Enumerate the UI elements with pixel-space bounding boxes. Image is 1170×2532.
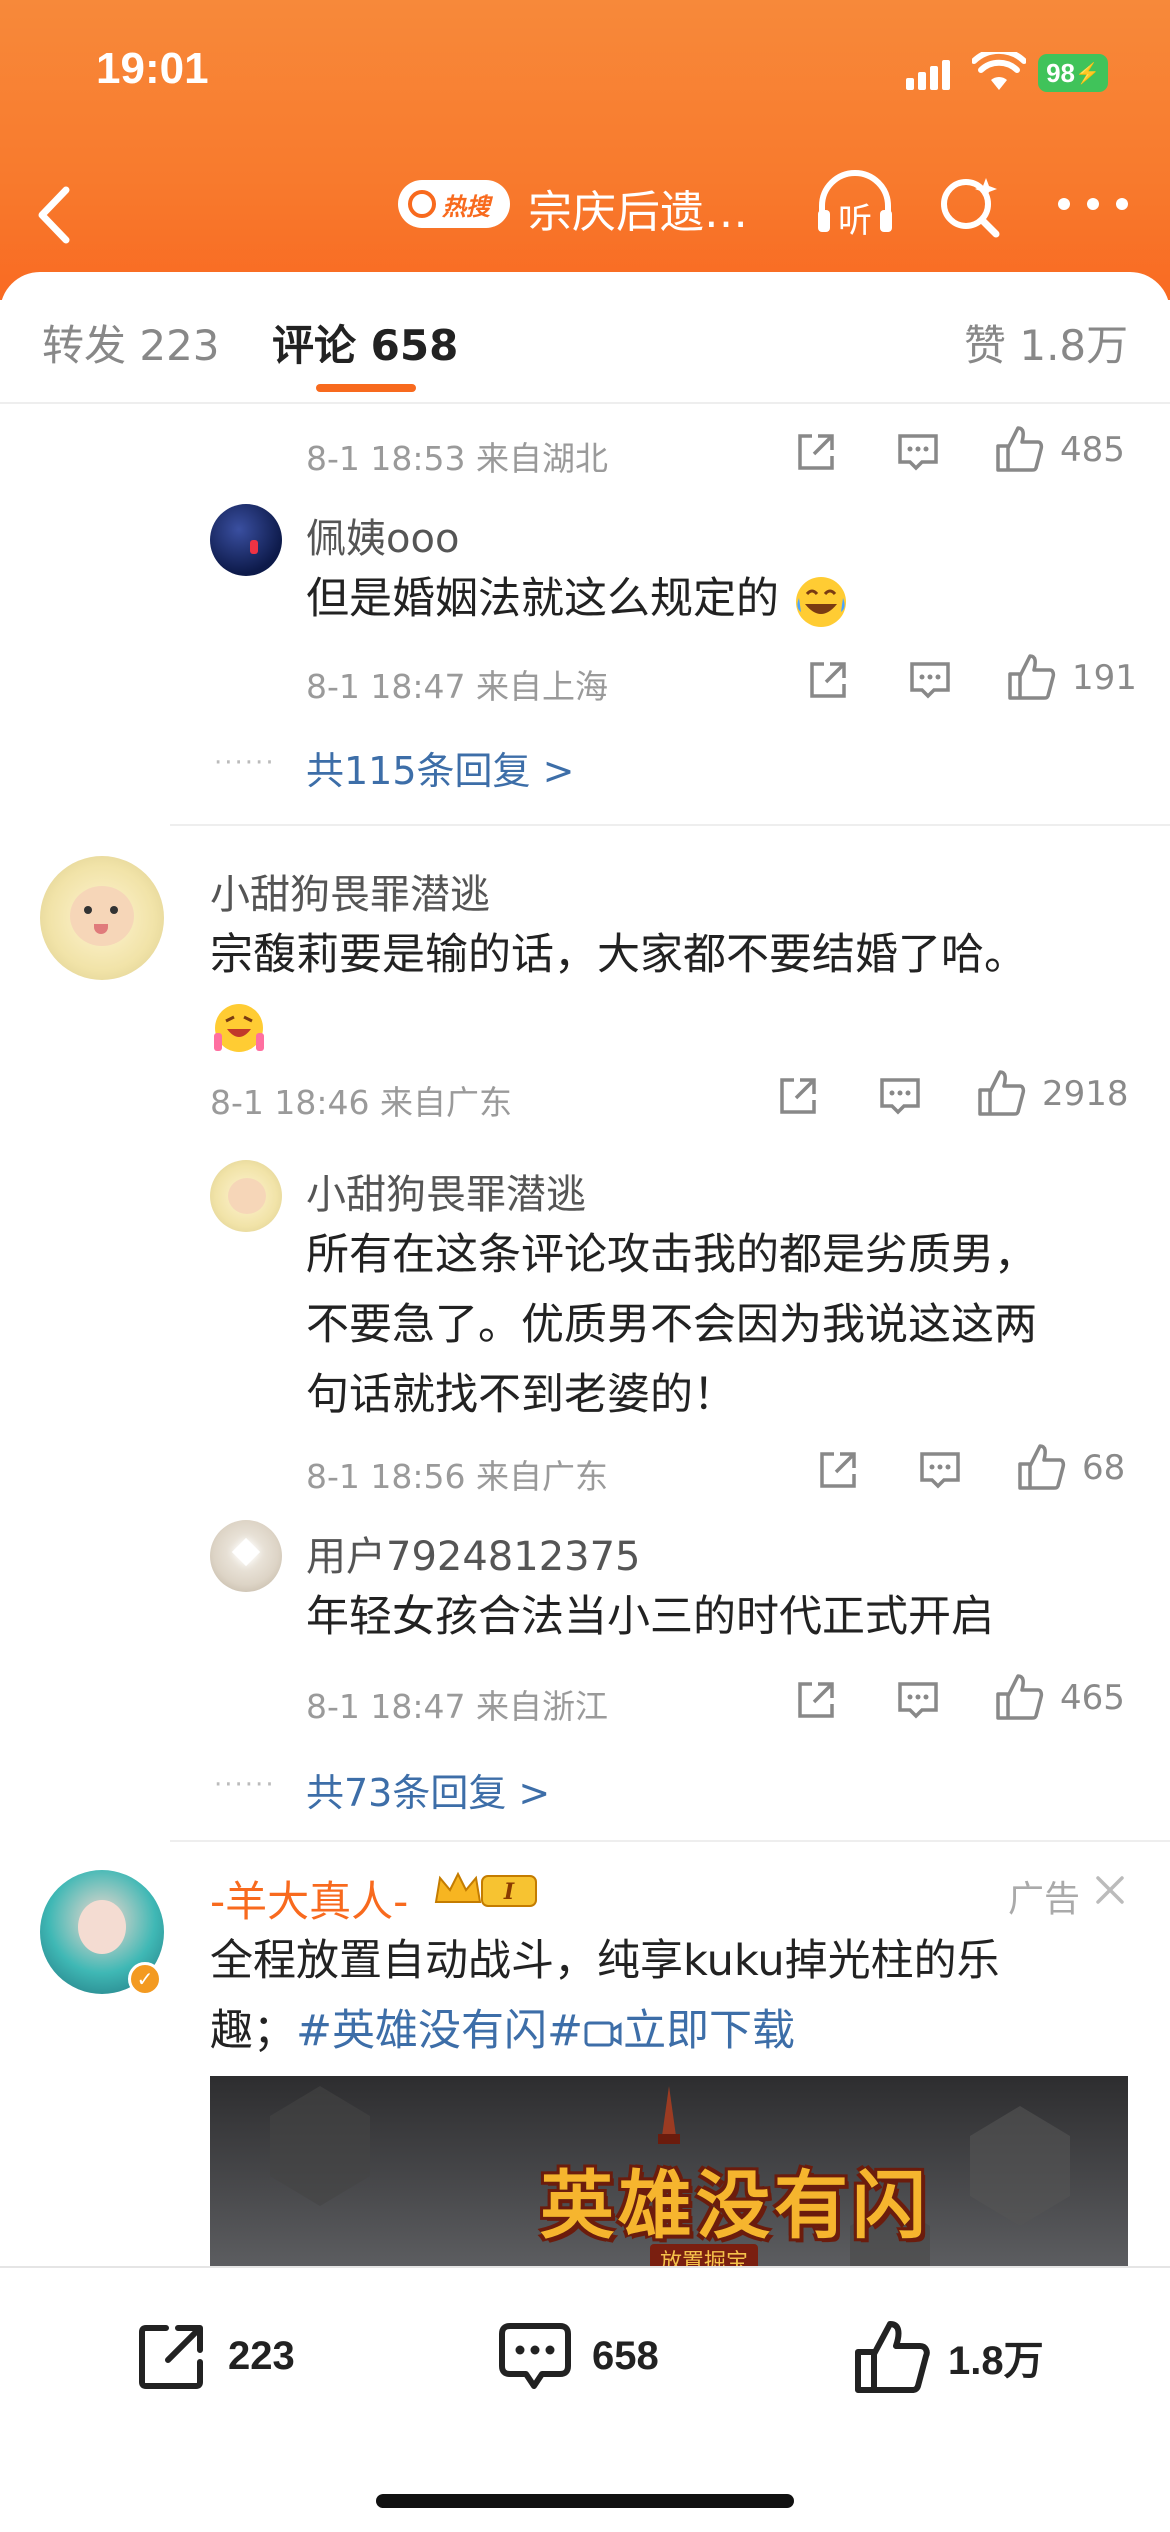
bottom-comment-count: 658 <box>592 2333 659 2378</box>
tab-like[interactable]: 赞 1.8万 <box>964 312 1128 373</box>
comment-text-line: 不要急了。优质男不会因为我说这这两 <box>306 1300 1037 1350</box>
vip-badge: I <box>432 1868 542 1912</box>
battery-level: 98 <box>1046 57 1075 88</box>
ad-banner-image[interactable]: 英雄没有闪 放置掘宝 <box>210 2076 1128 2266</box>
comment-text-line: 句话就找不到老婆的！ <box>306 1370 736 1420</box>
video-link-icon <box>584 2021 622 2046</box>
comment-meta: 8-1 18:47 来自浙江 <box>306 1687 608 1726</box>
divider <box>170 1840 1170 1842</box>
tab-repost[interactable]: 转发 223 <box>42 312 220 373</box>
like-count: 68 <box>1082 1448 1126 1488</box>
more-replies-link[interactable]: 共73条回复 > <box>306 1762 550 1817</box>
vip-level: I <box>503 1879 515 1905</box>
battery-indicator: 98 ⚡ <box>1038 54 1108 92</box>
comment-text-body: 但是婚姻法就这么规定的 <box>306 574 779 624</box>
comment-text-body: 宗馥莉要是输的话，大家都不要结婚了哈。 <box>210 930 1027 980</box>
search-icon[interactable] <box>936 172 1004 240</box>
comment-icon <box>499 2323 571 2389</box>
bottom-like-count: 1.8万 <box>948 2339 1044 2383</box>
tab-bar: 转发 223 评论 658 赞 1.8万 <box>0 272 1170 404</box>
verified-badge-icon: ✓ <box>128 1962 162 1996</box>
share-icon[interactable] <box>776 1074 820 1118</box>
like-icon[interactable] <box>1006 652 1056 702</box>
share-icon[interactable] <box>816 1448 860 1492</box>
comment-icon[interactable] <box>878 1076 922 1116</box>
ad-text: 全程放置自动战斗，纯享kuku掉光柱的乐 趣；#英雄没有闪# 立即下载 <box>210 1926 1130 2066</box>
comment-icon[interactable] <box>896 1680 940 1720</box>
nav-bar: 热搜 宗庆后遗… 听 <box>0 150 1170 260</box>
comment-icon[interactable] <box>896 432 940 472</box>
home-indicator[interactable] <box>376 2494 794 2508</box>
tab-comment[interactable]: 评论 658 <box>272 312 458 373</box>
like-icon[interactable] <box>994 1672 1044 1722</box>
reply-dots: ······ <box>214 748 276 778</box>
share-icon[interactable] <box>794 1678 838 1722</box>
back-icon[interactable] <box>30 180 80 250</box>
cellular-signal-icon <box>906 58 950 90</box>
comment-text: 宗馥莉要是输的话，大家都不要结婚了哈。 <box>210 920 1110 1060</box>
search-icon-small <box>408 190 436 218</box>
avatar[interactable] <box>40 856 164 980</box>
ad-text-line: 趣； <box>210 2006 296 2056</box>
laugh-cry-emoji-icon <box>795 576 846 627</box>
comment-text-line: 所有在这条评论攻击我的都是劣质男， <box>306 1230 1037 1280</box>
hot-search-label: 热搜 <box>442 192 490 221</box>
ad-hashtag-link[interactable]: #英雄没有闪# <box>296 2006 583 2056</box>
like-count: 485 <box>1060 430 1125 470</box>
avatar[interactable] <box>210 1160 282 1232</box>
ad-username[interactable]: -羊大真人- <box>210 1868 408 1929</box>
status-bar: 19:01 98 ⚡ <box>0 0 1170 150</box>
like-icon[interactable] <box>1016 1442 1066 1492</box>
wifi-icon <box>972 52 1026 90</box>
listen-icon[interactable]: 听 <box>812 170 898 240</box>
avatar[interactable] <box>210 504 282 576</box>
share-icon <box>139 2325 203 2389</box>
banner-subtitle: 放置掘宝 <box>650 2244 759 2266</box>
bottom-like-button[interactable]: 1.8万 <box>852 2318 1044 2396</box>
like-count: 2918 <box>1042 1074 1129 1114</box>
more-replies-link[interactable]: 共115条回复 > <box>306 740 574 795</box>
comment-text: 年轻女孩合法当小三的时代正式开启 <box>306 1592 994 1642</box>
page-title[interactable]: 宗庆后遗… <box>528 176 748 240</box>
comment-username[interactable]: 小甜狗畏罪潜逃 <box>306 1162 586 1220</box>
like-icon <box>855 2321 930 2393</box>
reply-dots: ······ <box>214 1770 276 1800</box>
divider <box>170 824 1170 826</box>
comment-text: 但是婚姻法就这么规定的 <box>306 564 849 634</box>
comment-meta: 8-1 18:56 来自广东 <box>306 1457 608 1496</box>
like-count: 465 <box>1060 1678 1125 1718</box>
comment-meta: 8-1 18:53 来自湖北 <box>306 439 608 478</box>
header: 19:01 98 ⚡ 热搜 宗庆后遗… 听 <box>0 0 1170 300</box>
bottom-repost-count: 223 <box>228 2333 295 2378</box>
more-icon[interactable] <box>1058 198 1128 212</box>
status-time: 19:01 <box>96 44 209 93</box>
share-icon[interactable] <box>806 658 850 702</box>
bottom-repost-button[interactable]: 223 <box>134 2318 295 2394</box>
ad-text-line: 全程放置自动战斗，纯享kuku掉光柱的乐 <box>210 1936 1000 1986</box>
close-icon[interactable] <box>1092 1872 1128 1908</box>
ad-download-link[interactable]: 立即下载 <box>623 2006 795 2056</box>
ad-label: 广告 <box>1008 1879 1081 1920</box>
comment-meta: 8-1 18:46 来自广东 <box>210 1083 512 1122</box>
like-icon[interactable] <box>976 1068 1026 1118</box>
like-count: 191 <box>1072 658 1137 698</box>
comment-text: 所有在这条评论攻击我的都是劣质男， 不要急了。优质男不会因为我说这这两 句话就找… <box>306 1220 1126 1430</box>
comment-icon[interactable] <box>918 1450 962 1490</box>
bottom-action-bar: 223 658 1.8万 <box>0 2266 1170 2532</box>
share-icon[interactable] <box>794 430 838 474</box>
comment-username[interactable]: 用户7924812375 <box>306 1524 641 1582</box>
comment-username[interactable]: 小甜狗畏罪潜逃 <box>210 862 490 920</box>
excited-emoji-icon <box>214 1003 264 1052</box>
bottom-comment-button[interactable]: 658 <box>496 2318 659 2394</box>
listen-label: 听 <box>838 201 872 240</box>
crown-icon: I <box>434 1871 537 1907</box>
comment-icon[interactable] <box>908 660 952 700</box>
avatar[interactable] <box>210 1520 282 1592</box>
hot-search-badge[interactable]: 热搜 <box>398 180 510 228</box>
tab-active-indicator <box>316 384 416 392</box>
like-icon[interactable] <box>994 424 1044 474</box>
banner-title: 英雄没有闪 <box>540 2163 930 2249</box>
comment-meta: 8-1 18:47 来自上海 <box>306 667 608 706</box>
comment-username[interactable]: 佩姨ooo <box>306 506 459 564</box>
